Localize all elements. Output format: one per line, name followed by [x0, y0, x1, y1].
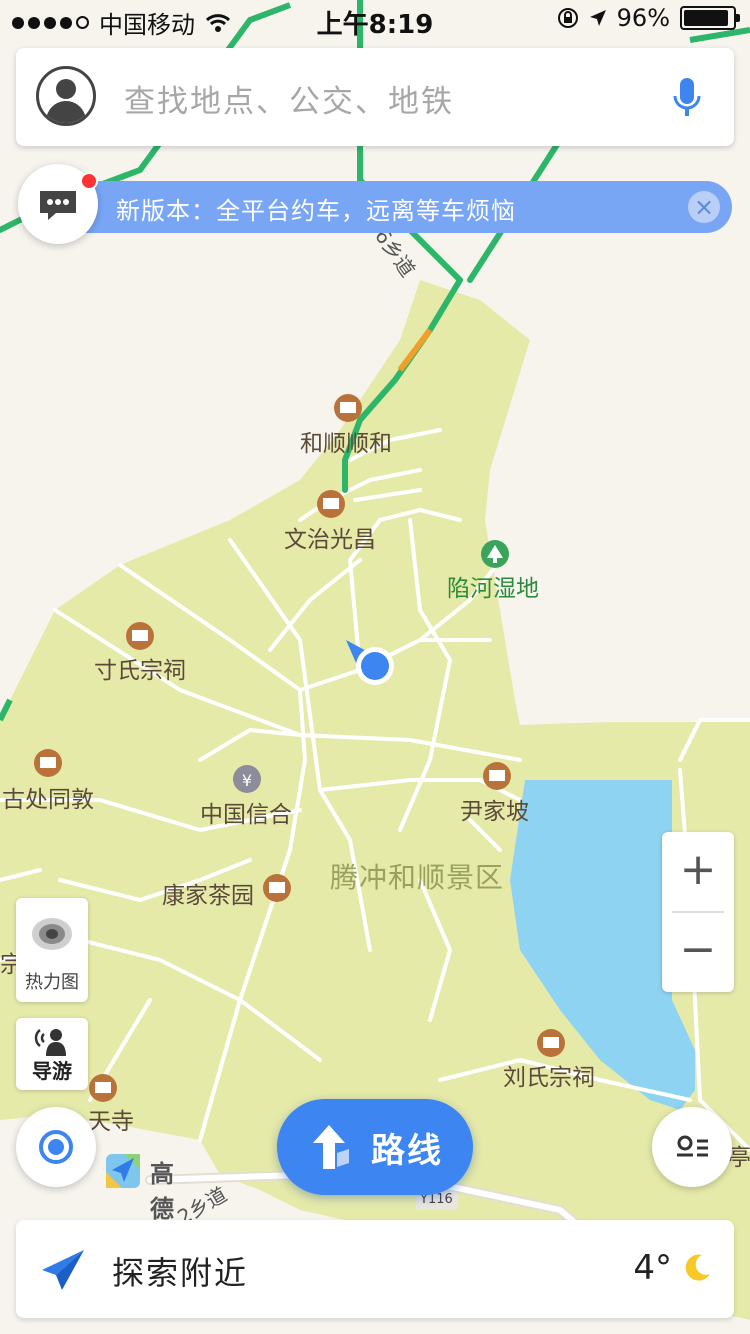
paper-plane-icon [42, 1250, 84, 1290]
poi-label[interactable]: 古处同敦 [2, 780, 94, 814]
tour-guide-icon [34, 1029, 66, 1056]
search-input[interactable]: 查找地点、公交、地铁 [124, 76, 454, 121]
svg-text:¥: ¥ [242, 771, 252, 790]
notification-dot [80, 172, 98, 190]
poi-label[interactable]: 康家茶园 [162, 876, 254, 910]
saved-places-button[interactable] [652, 1107, 732, 1187]
location-arrow-icon [589, 10, 606, 26]
amap-logo-icon [106, 1154, 140, 1188]
poi-label[interactable]: 和顺顺和 [300, 424, 392, 458]
list-icon [677, 1135, 708, 1157]
zoom-controls: + − [662, 832, 734, 992]
temperature: 4° [633, 1248, 672, 1288]
poi-label[interactable]: 刘氏宗祠 [503, 1058, 595, 1092]
poi-label[interactable]: 陷河湿地 [447, 569, 539, 603]
route-arrow-icon [313, 1125, 349, 1169]
status-bar: 中国移动 上午8:19 96% [0, 0, 750, 40]
explore-nearby-bar[interactable]: 探索附近 4° [16, 1220, 734, 1318]
explore-label: 探索附近 [112, 1254, 249, 1292]
guide-label: 导游 [32, 1059, 72, 1083]
status-right: 96% [557, 4, 740, 32]
rotation-lock-icon [557, 8, 578, 28]
user-icon [45, 79, 87, 123]
promo-banner[interactable]: 新版本：全平台约车，远离等车烦恼 × [86, 181, 732, 233]
microphone-icon[interactable] [672, 76, 702, 120]
moon-icon [685, 1254, 710, 1281]
route-label: 路线 [371, 1131, 443, 1171]
locate-me-button[interactable] [16, 1107, 96, 1187]
heatmap-icon [32, 918, 72, 950]
heatmap-button[interactable]: 热力图 [16, 898, 88, 1002]
heatmap-label: 热力图 [25, 972, 79, 993]
avatar[interactable] [36, 66, 96, 126]
guide-button[interactable]: 导游 [16, 1018, 88, 1090]
poi-label[interactable]: 文治光昌 [284, 520, 376, 554]
battery-percent: 96% [616, 4, 670, 32]
zoom-out-button[interactable]: − [662, 912, 734, 991]
battery-icon [680, 6, 740, 30]
route-button[interactable]: 路线 [277, 1099, 473, 1195]
banner-text: 新版本：全平台约车，远离等车烦恼 [116, 197, 516, 225]
brand-logo: 高德地图 [104, 1152, 174, 1293]
poi-label[interactable]: 中国信合 [200, 795, 292, 829]
area-label: 腾冲和顺景区 [330, 861, 505, 894]
zoom-in-button[interactable]: + [662, 832, 734, 911]
locate-icon [39, 1130, 73, 1164]
poi-label[interactable]: 尹家坡 [460, 792, 529, 826]
search-bar[interactable]: 查找地点、公交、地铁 [16, 48, 734, 146]
poi-label[interactable]: 寸氏宗祠 [94, 651, 186, 685]
close-icon[interactable]: × [688, 191, 720, 223]
